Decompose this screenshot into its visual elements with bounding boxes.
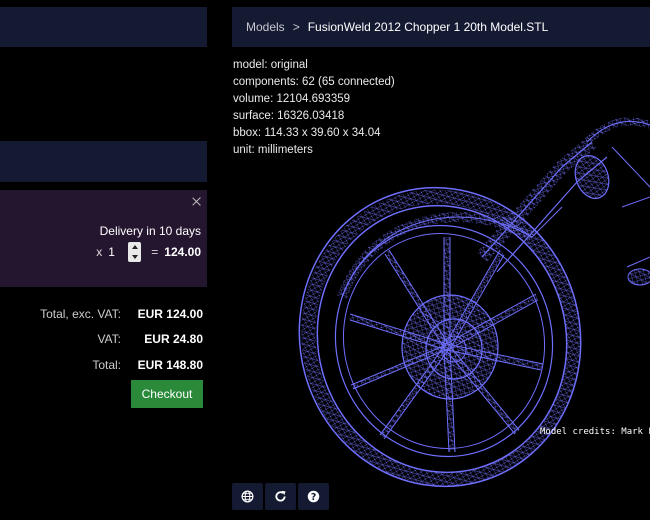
breadcrumb-separator: > [292,20,300,34]
page: Delivery in 10 days x 1 = 124.00 Total, … [0,0,650,520]
checkout-button[interactable]: Checkout [131,380,203,408]
quantity-prefix: x [96,245,103,259]
viewer-toolbar: ? [232,483,329,510]
cart-item: Delivery in 10 days x 1 = 124.00 [0,190,207,287]
globe-icon [241,490,254,503]
totals-table: Total, exc. VAT: EUR 124.00 VAT: EUR 24.… [3,305,203,382]
stepper-down-icon[interactable] [131,255,138,259]
model-info-surface: surface: 16326.03418 [233,110,345,122]
breadcrumb-current-model: FusionWeld 2012 Chopper 1 20th Model.STL [307,20,549,34]
3d-viewport[interactable]: model: original components: 62 (65 conne… [232,47,650,520]
total-exc-vat-row: Total, exc. VAT: EUR 124.00 [3,305,203,322]
model-info-bbox: bbox: 114.33 x 39.60 x 34.04 [233,127,381,139]
close-icon[interactable] [191,196,203,208]
model-info-volume: volume: 12104.693359 [233,93,351,105]
sidebar-header-bar [0,7,207,47]
vat-row: VAT: EUR 24.80 [3,331,203,348]
model-credits: Model credits: Mark Li [540,427,650,437]
total-row: Total: EUR 148.80 [3,356,203,373]
cart-sidebar: Delivery in 10 days x 1 = 124.00 Total, … [0,0,207,520]
breadcrumb-models-link[interactable]: Models [246,20,285,34]
stepper-up-icon[interactable] [131,245,138,249]
refresh-button[interactable] [265,483,296,510]
equals-sign: = [151,245,159,259]
globe-button[interactable] [232,483,263,510]
model-info: model: original components: 62 (65 conne… [233,57,395,159]
refresh-icon [275,490,286,502]
svg-text:?: ? [311,492,316,503]
line-total: 124.00 [164,245,201,259]
cart-header-bar [0,141,207,182]
model-info-model: model: original [233,59,308,71]
quantity-stepper[interactable] [128,242,142,262]
total-label: Total: [92,357,121,372]
delivery-text: Delivery in 10 days [99,224,201,238]
help-button[interactable]: ? [298,483,329,510]
quantity-row: x 1 = 124.00 [96,242,201,262]
total-value: EUR 148.80 [137,357,203,372]
breadcrumb: Models > FusionWeld 2012 Chopper 1 20th … [232,7,650,47]
total-exc-vat-label: Total, exc. VAT: [40,306,121,321]
model-viewer-panel: Models > FusionWeld 2012 Chopper 1 20th … [232,0,650,520]
model-info-components: components: 62 (65 connected) [233,76,395,88]
vat-label: VAT: [97,332,121,346]
total-exc-vat-value: EUR 124.00 [137,306,203,321]
help-icon: ? [307,490,320,503]
vat-value: EUR 24.80 [144,332,203,346]
model-info-unit: unit: millimeters [233,144,313,156]
quantity-value[interactable]: 1 [108,245,122,259]
